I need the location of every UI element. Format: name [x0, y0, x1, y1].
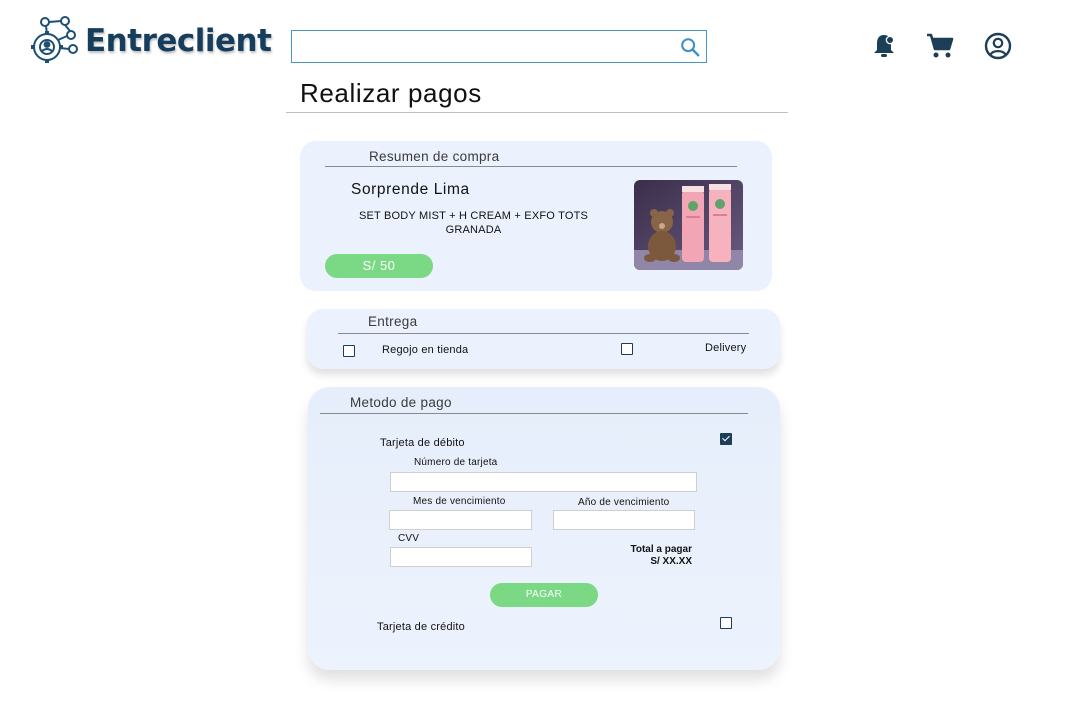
pay-button[interactable]: PAGAR	[490, 583, 598, 607]
cvv-input[interactable]	[390, 547, 532, 567]
search-icon[interactable]	[679, 36, 701, 58]
cart-icon[interactable]	[925, 31, 955, 61]
brand-logo[interactable]: Entreclient	[27, 15, 272, 67]
expiry-year-label: Año de vencimiento	[578, 497, 670, 508]
payment-method-card: Metodo de pago Tarjeta de débito Número …	[308, 387, 780, 670]
total-label: Total a pagar	[630, 544, 693, 555]
total-value: S/ XX.XX	[650, 556, 692, 567]
bell-icon[interactable]	[869, 31, 899, 61]
credit-card-label: Tarjeta de crédito	[377, 621, 465, 633]
title-divider	[286, 112, 788, 113]
payment-divider	[320, 413, 748, 414]
page-title: Realizar pagos	[300, 78, 482, 108]
search-bar[interactable]	[291, 30, 707, 63]
delivery-card: Entrega Regojo en tienda Delivery	[307, 309, 780, 369]
delivery-divider	[338, 333, 749, 334]
expiry-month-label: Mes de vencimiento	[413, 496, 506, 507]
delivery-heading: Entrega	[368, 314, 418, 329]
payment-heading: Metodo de pago	[350, 395, 452, 410]
delivery-checkbox[interactable]	[621, 343, 633, 355]
brand-name: Entreclient	[85, 23, 272, 59]
card-number-input[interactable]	[390, 472, 697, 492]
debit-card-checkbox[interactable]	[720, 433, 732, 445]
debit-card-label: Tarjeta de débito	[380, 437, 465, 449]
pickup-label: Regojo en tienda	[382, 344, 469, 356]
cvv-label: CVV	[398, 533, 420, 544]
store-name: Sorprende Lima	[351, 181, 470, 198]
purchase-summary-card: Resumen de compra Sorprende Lima SET BOD…	[300, 141, 772, 291]
summary-heading: Resumen de compra	[369, 149, 500, 164]
network-gear-icon	[31, 16, 78, 63]
account-icon[interactable]	[983, 31, 1013, 61]
credit-card-checkbox[interactable]	[720, 617, 732, 629]
pickup-checkbox[interactable]	[343, 345, 355, 357]
expiry-year-input[interactable]	[553, 510, 695, 530]
expiry-month-input[interactable]	[389, 510, 532, 530]
total-summary: Total a pagar S/ XX.XX	[592, 544, 693, 568]
summary-divider	[325, 166, 737, 167]
product-description: SET BODY MIST + H CREAM + EXFO TOTS GRAN…	[358, 210, 589, 236]
search-input[interactable]	[292, 31, 672, 61]
card-number-label: Número de tarjeta	[414, 457, 498, 468]
delivery-label: Delivery	[705, 342, 747, 354]
product-image	[634, 180, 743, 270]
price-badge: S/ 50	[325, 254, 433, 278]
